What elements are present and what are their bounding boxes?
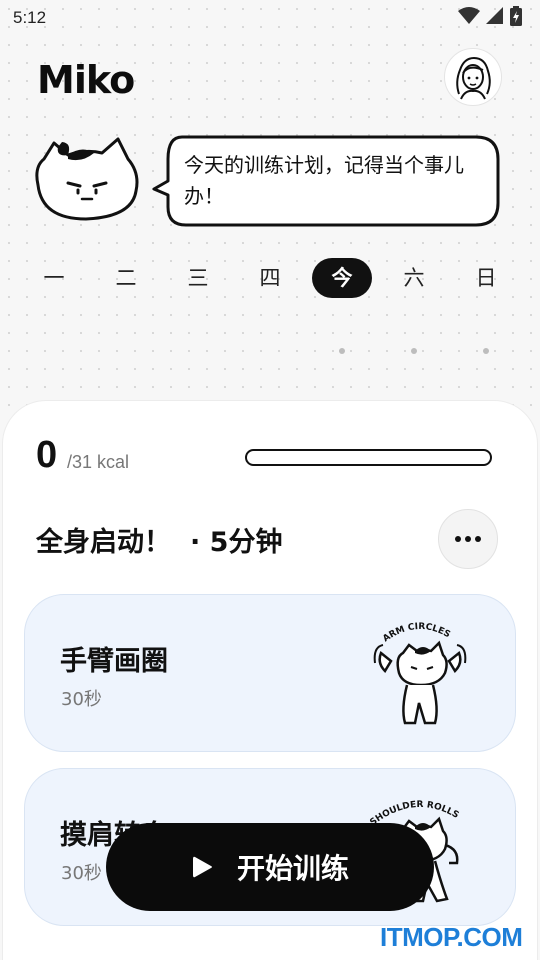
wifi-icon (458, 7, 480, 24)
workout-dot (411, 348, 417, 354)
more-icon (455, 536, 461, 542)
exercise-item[interactable]: 手臂画圈 30秒 ARM CIRCLES (24, 594, 516, 752)
exercise-duration: 30秒 (61, 863, 102, 884)
signal-icon (486, 7, 503, 24)
status-bar: 5:12 (0, 0, 540, 38)
workout-dot (483, 348, 489, 354)
play-icon (192, 856, 212, 878)
day-tab[interactable]: 四 (240, 258, 300, 298)
week-selector: 一二三四今六日 (20, 258, 520, 298)
speech-bubble-text: 今天的训练计划，记得当个事儿办！ (184, 153, 464, 208)
exercise-duration: 30秒 (61, 689, 102, 710)
cat-mascot-icon (35, 137, 139, 221)
exercise-name: 手臂画圈 (60, 646, 168, 677)
status-time: 5:12 (13, 8, 47, 27)
more-button[interactable] (438, 509, 498, 569)
day-tab[interactable]: 日 (456, 258, 516, 298)
day-tab[interactable]: 三 (168, 258, 228, 298)
app-logo: Miko (37, 58, 135, 102)
avatar-button[interactable] (444, 48, 502, 106)
day-tab[interactable]: 六 (384, 258, 444, 298)
calories-target: /31 kcal (67, 452, 130, 472)
day-tab[interactable]: 二 (96, 258, 156, 298)
sticker-caption: ARM CIRCLES (381, 622, 452, 644)
watermark: ITMOP.COM (380, 922, 523, 952)
start-training-label: 开始训练 (236, 852, 349, 885)
day-tab-today[interactable]: 今 (312, 258, 372, 298)
calories-current: 0 (36, 434, 58, 476)
arm-circles-sticker-icon: ARM CIRCLES (373, 622, 467, 725)
svg-text:ARM CIRCLES: ARM CIRCLES (381, 622, 452, 644)
plan-title: 全身启动！ (36, 527, 171, 558)
start-training-button[interactable]: 开始训练 (106, 823, 434, 911)
battery-icon (510, 6, 522, 26)
workout-dot (339, 348, 345, 354)
day-tab[interactable]: 一 (24, 258, 84, 298)
plan-duration: · 5分钟 (190, 527, 283, 558)
avatar-icon (456, 56, 491, 100)
calorie-progress-bar (245, 449, 492, 466)
